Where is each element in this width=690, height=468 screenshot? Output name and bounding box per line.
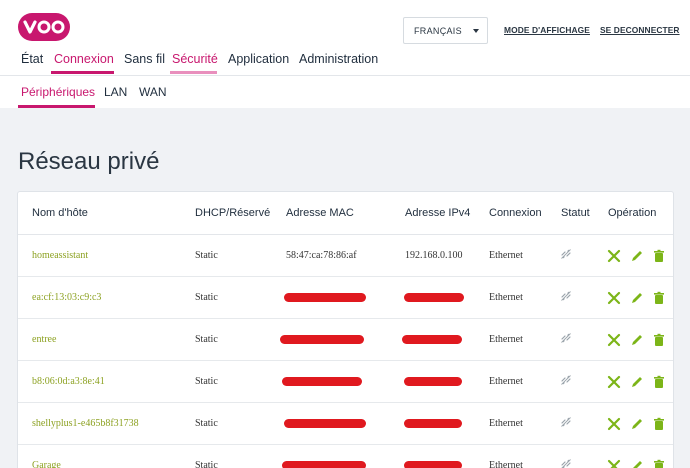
delete-x-icon[interactable]	[607, 417, 621, 431]
table-header: Nom d'hôte DHCP/Réservé Adresse MAC Adre…	[18, 192, 673, 235]
disconnected-link-icon	[561, 417, 571, 427]
disconnected-link-icon	[561, 333, 571, 343]
connection-cell: Ethernet	[489, 376, 523, 387]
edit-pencil-icon[interactable]	[630, 249, 644, 263]
dhcp-cell: Static	[195, 250, 218, 261]
trash-icon[interactable]	[652, 249, 666, 263]
edit-pencil-icon[interactable]	[630, 333, 644, 347]
mac-redaction-mark	[282, 461, 366, 468]
subnav-item-wan[interactable]: WAN	[139, 85, 167, 99]
nav-securite-underline	[170, 71, 217, 74]
column-header-operation: Opération	[608, 207, 657, 219]
logout-link[interactable]: SE DECONNECTER	[600, 25, 680, 35]
delete-x-icon[interactable]	[607, 333, 621, 347]
column-header-mac[interactable]: Adresse MAC	[286, 207, 354, 219]
ipv4-redaction-mark	[404, 419, 462, 428]
voo-logo[interactable]	[18, 13, 70, 41]
table-row: ea:cf:13:03:c9:c3 Static Ethernet	[18, 277, 673, 319]
nav-active-underline	[51, 71, 114, 74]
devices-table: Nom d'hôte DHCP/Réservé Adresse MAC Adre…	[17, 191, 674, 468]
ipv4-redaction-mark	[404, 377, 462, 386]
language-select[interactable]: FRANÇAIS	[403, 17, 488, 44]
table-row: shellyplus1-e465b8f31738 Static Ethernet	[18, 403, 673, 445]
edit-pencil-icon[interactable]	[630, 291, 644, 305]
trash-icon[interactable]	[652, 459, 666, 468]
table-row: entree Static Ethernet	[18, 319, 673, 361]
connection-cell: Ethernet	[489, 334, 523, 345]
ipv4-redaction-mark	[402, 335, 462, 344]
connection-cell: Ethernet	[489, 418, 523, 429]
dhcp-cell: Static	[195, 460, 218, 468]
mac-redaction-mark	[284, 419, 366, 428]
ipv4-redaction-mark	[404, 293, 464, 302]
hostname-cell[interactable]: Garage	[32, 460, 61, 468]
mac-redaction-mark	[284, 293, 366, 302]
hostname-cell[interactable]: ea:cf:13:03:c9:c3	[32, 292, 101, 303]
disconnected-link-icon	[561, 375, 571, 385]
hostname-cell[interactable]: b8:06:0d:a3:8e:41	[32, 376, 105, 387]
delete-x-icon[interactable]	[607, 249, 621, 263]
trash-icon[interactable]	[652, 417, 666, 431]
ipv4-cell: 192.168.0.100	[405, 250, 463, 261]
main-content: Réseau privé Nom d'hôte DHCP/Réservé Adr…	[0, 108, 690, 468]
ipv4-redaction-mark	[404, 461, 462, 468]
table-row: homeassistant Static 58:47:ca:78:86:af 192.…	[18, 235, 673, 277]
mac-cell: 58:47:ca:78:86:af	[286, 250, 357, 261]
hostname-cell[interactable]: entree	[32, 334, 56, 345]
nav-item-connexion[interactable]: Connexion	[54, 52, 114, 66]
page-title: Réseau privé	[18, 148, 160, 175]
column-header-ipv4[interactable]: Adresse IPv4	[405, 207, 470, 219]
column-header-status[interactable]: Statut	[561, 207, 590, 219]
column-header-connection[interactable]: Connexion	[489, 207, 542, 219]
edit-pencil-icon[interactable]	[630, 459, 644, 468]
hostname-cell[interactable]: shellyplus1-e465b8f31738	[32, 418, 139, 429]
caret-down-icon	[473, 29, 479, 33]
connection-cell: Ethernet	[489, 250, 523, 261]
display-mode-link[interactable]: MODE D'AFFICHAGE	[504, 25, 590, 35]
trash-icon[interactable]	[652, 291, 666, 305]
mac-redaction-mark	[282, 377, 362, 386]
disconnected-link-icon	[561, 249, 571, 259]
nav-item-administration[interactable]: Administration	[299, 52, 378, 66]
delete-x-icon[interactable]	[607, 291, 621, 305]
nav-item-application[interactable]: Application	[228, 52, 289, 66]
delete-x-icon[interactable]	[607, 375, 621, 389]
edit-pencil-icon[interactable]	[630, 375, 644, 389]
nav-item-etat[interactable]: État	[21, 52, 43, 66]
trash-icon[interactable]	[652, 375, 666, 389]
dhcp-cell: Static	[195, 376, 218, 387]
connection-cell: Ethernet	[489, 292, 523, 303]
nav-item-sans-fil[interactable]: Sans fil	[124, 52, 165, 66]
trash-icon[interactable]	[652, 333, 666, 347]
language-select-value: FRANÇAIS	[414, 26, 462, 36]
mac-redaction-mark	[280, 335, 364, 344]
subnav-item-peripheriques[interactable]: Périphériques	[21, 85, 95, 99]
sub-nav: Périphériques LAN WAN	[0, 75, 690, 108]
column-header-dhcp[interactable]: DHCP/Réservé	[195, 207, 270, 219]
delete-x-icon[interactable]	[607, 459, 621, 468]
table-row: Garage Static Ethernet	[18, 445, 673, 468]
table-row: b8:06:0d:a3:8e:41 Static Ethernet	[18, 361, 673, 403]
hostname-cell[interactable]: homeassistant	[32, 250, 88, 261]
dhcp-cell: Static	[195, 334, 218, 345]
column-header-hostname[interactable]: Nom d'hôte	[32, 207, 88, 219]
connection-cell: Ethernet	[489, 460, 523, 468]
subnav-item-lan[interactable]: LAN	[104, 85, 127, 99]
top-header: FRANÇAIS MODE D'AFFICHAGE SE DECONNECTER…	[0, 0, 690, 75]
dhcp-cell: Static	[195, 292, 218, 303]
nav-item-securite[interactable]: Sécurité	[172, 52, 218, 66]
edit-pencil-icon[interactable]	[630, 417, 644, 431]
disconnected-link-icon	[561, 459, 571, 468]
dhcp-cell: Static	[195, 418, 218, 429]
main-nav: État Connexion Sans fil Sécurité Applica…	[0, 50, 690, 75]
disconnected-link-icon	[561, 291, 571, 301]
